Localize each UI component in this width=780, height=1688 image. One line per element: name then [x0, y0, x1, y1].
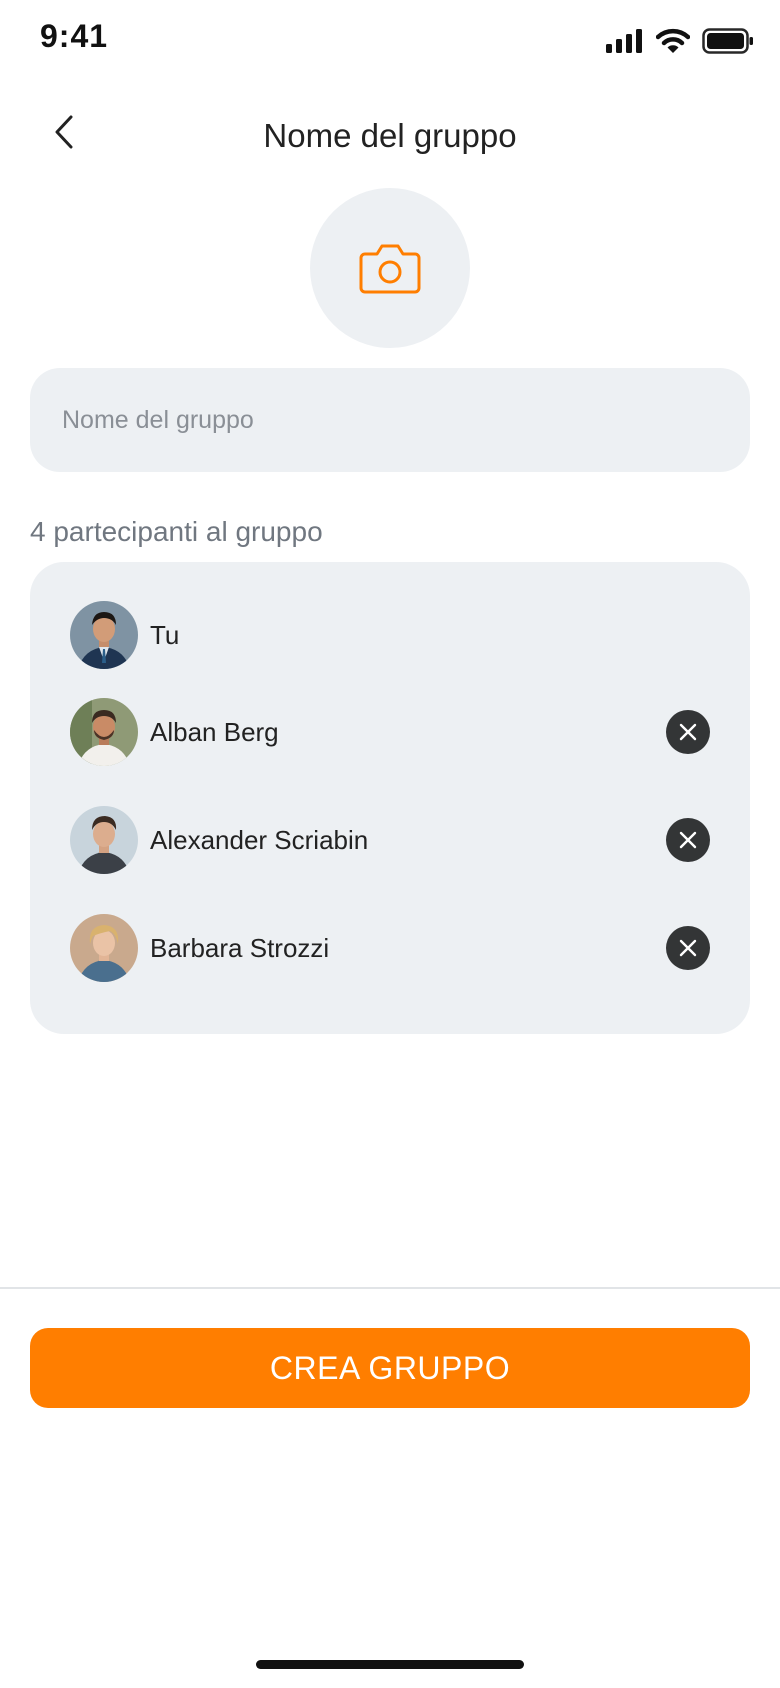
remove-participant-button[interactable] [666, 926, 710, 970]
participant-name: Alexander Scriabin [150, 824, 369, 855]
status-icons [606, 28, 754, 54]
avatar [70, 698, 138, 766]
avatar [70, 914, 138, 982]
home-indicator [256, 1660, 524, 1669]
remove-participant-button[interactable] [666, 818, 710, 862]
participant-row: Barbara Strozzi [30, 913, 750, 983]
status-time: 9:41 [40, 18, 109, 54]
participant-row: Tu [30, 600, 750, 670]
wifi-icon [656, 28, 690, 53]
group-photo-picker[interactable] [310, 188, 470, 348]
avatar [70, 601, 138, 669]
group-name-field[interactable] [30, 368, 750, 472]
cellular-signal-icon [606, 29, 642, 53]
participant-row: Alexander Scriabin [30, 805, 750, 875]
participant-name: Alban Berg [150, 716, 279, 747]
close-icon [679, 831, 697, 849]
page-title: Nome del gruppo [263, 117, 517, 154]
avatar [70, 806, 138, 874]
create-group-button[interactable]: CREA GRUPPO [30, 1328, 750, 1408]
participants-list: Tu Alban Berg Alexander Scriabin Barbara… [30, 562, 750, 1034]
participants-count-label: 4 partecipanti al gruppo [30, 516, 323, 547]
group-name-input[interactable] [60, 404, 720, 436]
participant-name: Barbara Strozzi [150, 932, 330, 963]
close-icon [679, 939, 697, 957]
remove-participant-button[interactable] [666, 710, 710, 754]
camera-icon [359, 244, 421, 294]
bottom-divider [0, 1287, 780, 1289]
participant-row: Alban Berg [30, 697, 750, 767]
participant-name: Tu [150, 619, 180, 650]
close-icon [679, 723, 697, 741]
battery-icon [702, 28, 753, 54]
